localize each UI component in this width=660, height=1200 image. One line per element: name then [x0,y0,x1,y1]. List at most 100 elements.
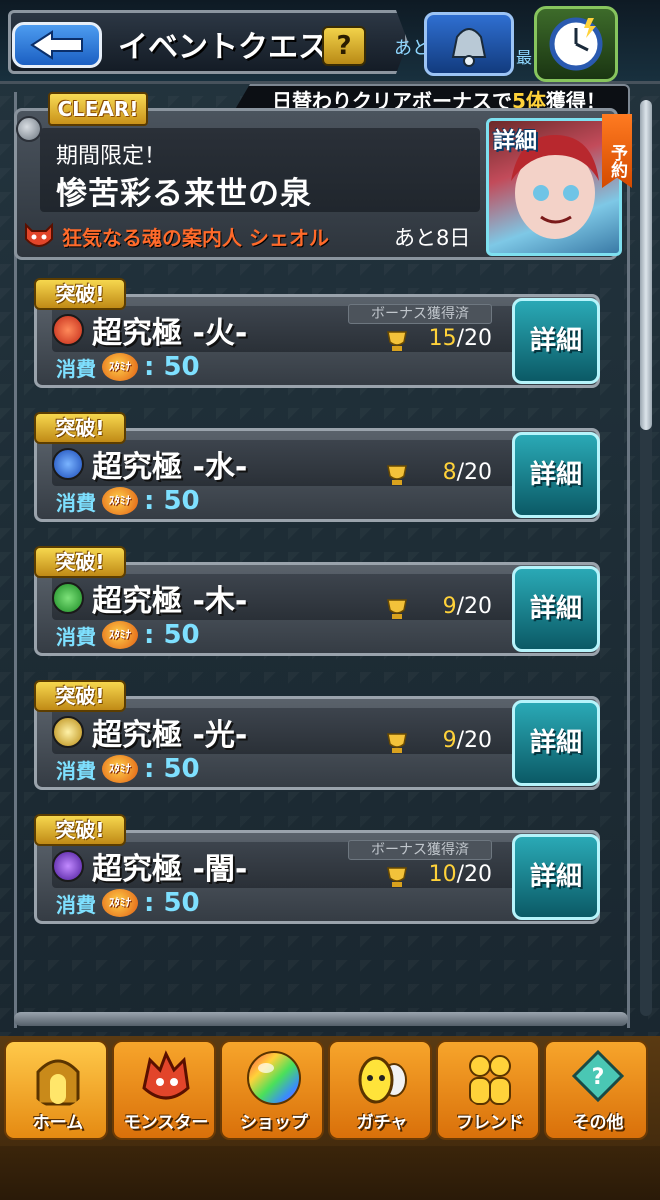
progress-got: 9 [442,728,457,753]
stamina-cost: 消費 ｽﾀﾐﾅ : 50 [56,888,200,918]
back-button[interactable] [12,22,102,68]
quest-name: 超究極 -火- [92,316,248,351]
nav-gacha-label: ガチャ [356,1113,408,1133]
cost-label: 消費 [56,490,96,515]
bonus-progress: 8/20 [408,460,492,485]
event-remain-days: あと8日 [394,226,471,250]
stamina-cost: 消費 ｽﾀﾐﾅ : 50 [56,754,200,784]
nav-other-label: その他 [572,1113,624,1133]
water-element-icon [52,448,84,480]
breakthrough-badge: 突破! [34,412,126,444]
cost-value: : 50 [144,352,200,382]
cost-label: 消費 [56,356,96,381]
bell-icon [451,28,487,67]
stamina-cost: 消費 ｽﾀﾐﾅ : 50 [56,620,200,650]
bonus-progress: 10/20 [408,862,492,887]
detail-button[interactable]: 詳細 [512,834,600,920]
progress-got: 9 [442,594,457,619]
progress-total: /20 [456,862,492,887]
breakthrough-badge: 突破! [34,814,126,846]
quest-name: 超究極 -光- [92,718,248,753]
detail-button[interactable]: 詳細 [512,298,600,384]
breakthrough-badge: 突破! [34,680,126,712]
nav-monster[interactable]: モンスター [112,1040,216,1140]
stamina-icon: ｽﾀﾐﾅ [102,487,138,515]
progress-total: /20 [456,326,492,351]
quest-row-wood[interactable]: 突破! 超究極 -木- 9/20 消費 ｽﾀﾐﾅ : 50 詳細 [28,544,600,656]
quest-row-water[interactable]: 突破! 超究極 -水- 8/20 消費 ｽﾀﾐﾅ : 50 詳細 [28,410,600,522]
stamina-icon: ｽﾀﾐﾅ [102,621,138,649]
demon-face-icon [25,222,53,247]
progress-got: 10 [428,862,457,887]
bonus-progress: 9/20 [408,728,492,753]
shop-orb-icon [247,1051,301,1105]
progress-got: 8 [442,460,457,485]
detail-button[interactable]: 詳細 [512,432,600,518]
friend-icon [469,1055,511,1105]
portrait-detail-label: 詳細 [493,129,538,154]
detail-button[interactable]: 詳細 [512,700,600,786]
cost-value: : 50 [144,620,200,650]
boss-portrait[interactable]: 詳細 [486,118,622,256]
cost-label: 消費 [56,892,96,917]
bottom-nav-base [0,1146,660,1200]
event-limited-label: 期間限定！ [56,144,167,169]
header-mini-label: 最 [516,48,533,67]
bonus-obtained-label: ボーナス獲得済 [348,840,492,860]
home-icon [36,1059,80,1106]
dark-element-icon [52,850,84,882]
nav-friend[interactable]: フレンド [436,1040,540,1140]
stamina-icon: ｽﾀﾐﾅ [102,353,138,381]
nav-gacha[interactable]: ガチャ [328,1040,432,1140]
quest-row-dark[interactable]: 突破! 超究極 -闇- ボーナス獲得済 10/20 消費 ｽﾀﾐﾅ : 50 詳… [28,812,600,924]
scrollbar-thumb[interactable] [640,100,652,430]
bonus-progress: 9/20 [408,594,492,619]
detail-button[interactable]: 詳細 [512,566,600,652]
trophy-icon [387,465,407,485]
cost-value: : 50 [144,888,200,918]
trophy-icon [387,867,407,887]
fire-element-icon [52,314,84,346]
trophy-icon [387,331,407,351]
progress-total: /20 [456,460,492,485]
stamina-icon: ｽﾀﾐﾅ [102,755,138,783]
help-button[interactable]: ? [322,26,366,66]
cost-label: 消費 [56,758,96,783]
stamina-clock-button[interactable] [534,6,618,82]
breakthrough-badge: 突破! [34,546,126,578]
boss-name: 狂気なる魂の案内人 シェオル [62,225,329,250]
quest-row-light[interactable]: 突破! 超究極 -光- 9/20 消費 ｽﾀﾐﾅ : 50 詳細 [28,678,600,790]
progress-got: 15 [428,326,457,351]
nav-monster-label: モンスター [123,1113,209,1133]
monster-icon [142,1050,190,1100]
bonus-progress: 15/20 [408,326,492,351]
quest-name: 超究極 -木- [92,584,248,619]
quest-row-fire[interactable]: 突破! 超究極 -火- ボーナス獲得済 15/20 消費 ｽﾀﾐﾅ : 50 詳… [28,276,600,388]
stamina-cost: 消費 ｽﾀﾐﾅ : 50 [56,486,200,516]
light-element-icon [52,716,84,748]
back-arrow-icon [30,30,83,60]
clear-badge: CLEAR! [48,92,148,126]
nav-other[interactable]: ? その他 [544,1040,648,1140]
cost-label: 消費 [56,624,96,649]
trophy-icon [387,599,407,619]
quest-name: 超究極 -水- [92,450,248,485]
clock-icon [549,17,603,71]
nav-shop[interactable]: ショップ [220,1040,324,1140]
nav-friend-label: フレンド [456,1113,524,1133]
pin-icon [16,116,42,142]
cost-value: : 50 [144,754,200,784]
stamina-cost: 消費 ｽﾀﾐﾅ : 50 [56,352,200,382]
other-icon: ? [571,1049,625,1103]
stamina-icon: ｽﾀﾐﾅ [102,889,138,917]
nav-home-label: ホーム [32,1113,84,1133]
gacha-egg-icon [358,1056,407,1104]
breakthrough-badge: 突破! [34,278,126,310]
bonus-obtained-label: ボーナス獲得済 [348,304,492,324]
notification-button[interactable] [424,12,514,76]
reserve-badge[interactable]: 予約 [602,114,632,188]
wood-element-icon [52,582,84,614]
nav-home[interactable]: ホーム [4,1040,108,1140]
quest-name: 超究極 -闇- [92,852,248,887]
cost-value: : 50 [144,486,200,516]
